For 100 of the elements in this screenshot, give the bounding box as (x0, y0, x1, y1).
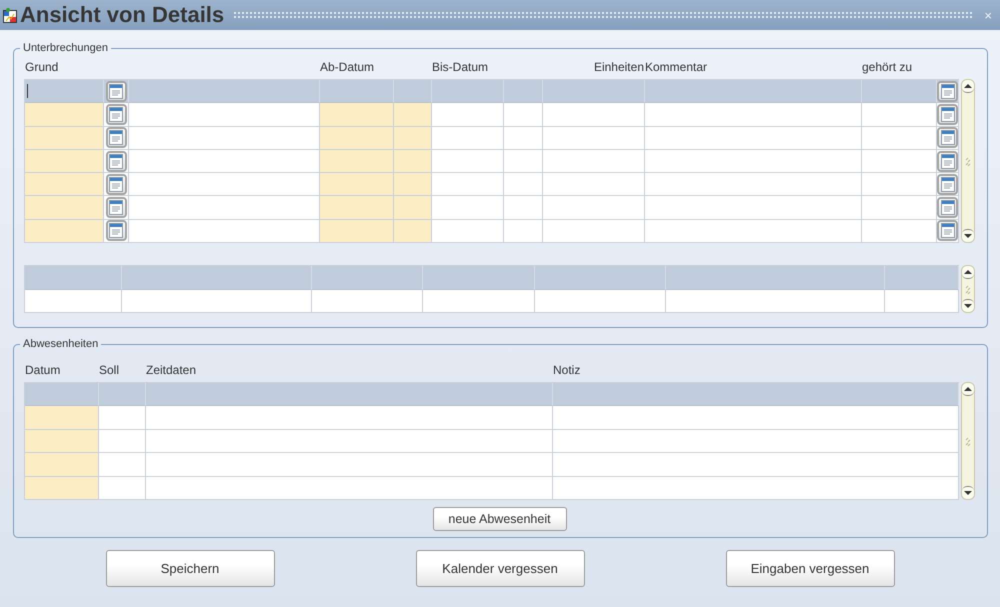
scroll-up-button[interactable] (962, 80, 974, 93)
column-header: Soll (98, 363, 120, 378)
table-cell[interactable] (645, 150, 862, 174)
table-cell[interactable] (432, 150, 504, 174)
action-button[interactable]: Eingaben vergessen (726, 550, 894, 588)
table-cell[interactable] (504, 173, 543, 196)
table-cell[interactable] (504, 220, 543, 244)
table-cell[interactable] (553, 430, 959, 454)
table-cell[interactable] (862, 103, 937, 127)
table-cell[interactable] (645, 126, 862, 150)
table-cell[interactable] (129, 173, 320, 196)
table-cell[interactable] (320, 126, 394, 150)
table-cell[interactable] (394, 220, 432, 244)
table-cell[interactable] (543, 126, 645, 150)
table-cell[interactable] (394, 126, 432, 150)
table-cell[interactable] (543, 103, 645, 127)
table-cell[interactable] (553, 406, 959, 430)
table-cell[interactable] (146, 453, 553, 477)
table-cell[interactable] (320, 220, 394, 244)
table-cell[interactable] (25, 476, 99, 500)
table-cell[interactable] (99, 476, 146, 500)
table-cell[interactable] (543, 173, 645, 196)
notepad-icon (109, 223, 123, 238)
table-cell[interactable] (129, 150, 320, 174)
table-cell[interactable] (885, 290, 959, 314)
table-cell[interactable] (553, 476, 959, 500)
table-cell[interactable] (25, 173, 104, 196)
table-cell[interactable] (122, 290, 312, 314)
table-cell[interactable] (543, 150, 645, 174)
table-cell[interactable] (504, 103, 543, 127)
scrollbar[interactable] (961, 265, 975, 314)
table-cell[interactable] (25, 430, 99, 454)
table-cell[interactable] (543, 220, 645, 244)
table-cell[interactable] (25, 196, 104, 220)
scrollbar[interactable] (961, 382, 975, 500)
scroll-down-button[interactable] (962, 229, 974, 242)
table-cell[interactable] (25, 453, 99, 477)
notepad-icon (940, 154, 954, 169)
table-cell[interactable] (645, 220, 862, 244)
table-cell[interactable] (129, 103, 320, 127)
table-cell[interactable] (25, 290, 122, 314)
table-cell[interactable] (25, 150, 104, 174)
table-cell[interactable] (146, 406, 553, 430)
table-cell[interactable] (394, 196, 432, 220)
table-cell[interactable] (394, 150, 432, 174)
column-header: Einheiten (592, 60, 644, 74)
table-cell[interactable] (432, 196, 504, 220)
table-cell[interactable] (504, 150, 543, 174)
table-cell[interactable] (645, 173, 862, 196)
table-cell[interactable] (862, 126, 937, 150)
table-cell[interactable] (862, 196, 937, 220)
table-cell[interactable] (25, 103, 104, 127)
table-cell[interactable] (645, 103, 862, 127)
scroll-down-button[interactable] (962, 299, 974, 312)
table-cell[interactable] (99, 430, 146, 454)
table-cell[interactable] (862, 150, 937, 174)
table-cell[interactable] (320, 103, 394, 127)
notepad-icon (940, 84, 954, 99)
scroll-down-button[interactable] (962, 486, 974, 500)
action-button[interactable]: Speichern (106, 550, 274, 588)
table-cell[interactable] (432, 220, 504, 244)
table-cell[interactable] (432, 126, 504, 150)
table-cell[interactable] (320, 150, 394, 174)
table-cell[interactable] (25, 220, 104, 244)
table-cell[interactable] (129, 126, 320, 150)
table-cell[interactable] (25, 126, 104, 150)
action-button[interactable]: Kalender vergessen (416, 550, 584, 588)
table-cell[interactable] (320, 173, 394, 196)
column-header: Bis-Datum (431, 60, 488, 74)
column-header: Zeitdaten (145, 363, 196, 378)
table-cell[interactable] (394, 173, 432, 196)
scrollbar[interactable] (961, 79, 975, 244)
table-cell[interactable] (862, 173, 937, 196)
table-cell[interactable] (146, 476, 553, 500)
table-cell[interactable] (862, 220, 937, 244)
table-cell[interactable] (99, 406, 146, 430)
table-cell[interactable] (432, 103, 504, 127)
table-cell[interactable] (504, 126, 543, 150)
table-cell[interactable] (320, 196, 394, 220)
notepad-icon (940, 176, 954, 192)
table-cell[interactable] (553, 453, 959, 477)
table-cell[interactable] (645, 196, 862, 220)
table-cell[interactable] (504, 196, 543, 220)
table-cell[interactable] (394, 103, 432, 127)
add-absence-button[interactable]: neue Abwesenheit (432, 507, 566, 532)
table-cell[interactable] (312, 290, 423, 314)
group-title: Unterbrechungen (22, 42, 110, 54)
scroll-up-button[interactable] (962, 266, 974, 280)
notepad-icon (109, 84, 123, 99)
table-cell[interactable] (129, 220, 320, 244)
table-cell[interactable] (423, 290, 535, 314)
table-cell[interactable] (666, 290, 885, 314)
table-cell[interactable] (129, 196, 320, 220)
table-cell[interactable] (535, 290, 666, 314)
table-cell[interactable] (25, 406, 99, 430)
scroll-up-button[interactable] (962, 383, 974, 396)
table-cell[interactable] (146, 430, 553, 454)
table-cell[interactable] (543, 196, 645, 220)
table-cell[interactable] (99, 453, 146, 477)
table-cell[interactable] (432, 173, 504, 196)
